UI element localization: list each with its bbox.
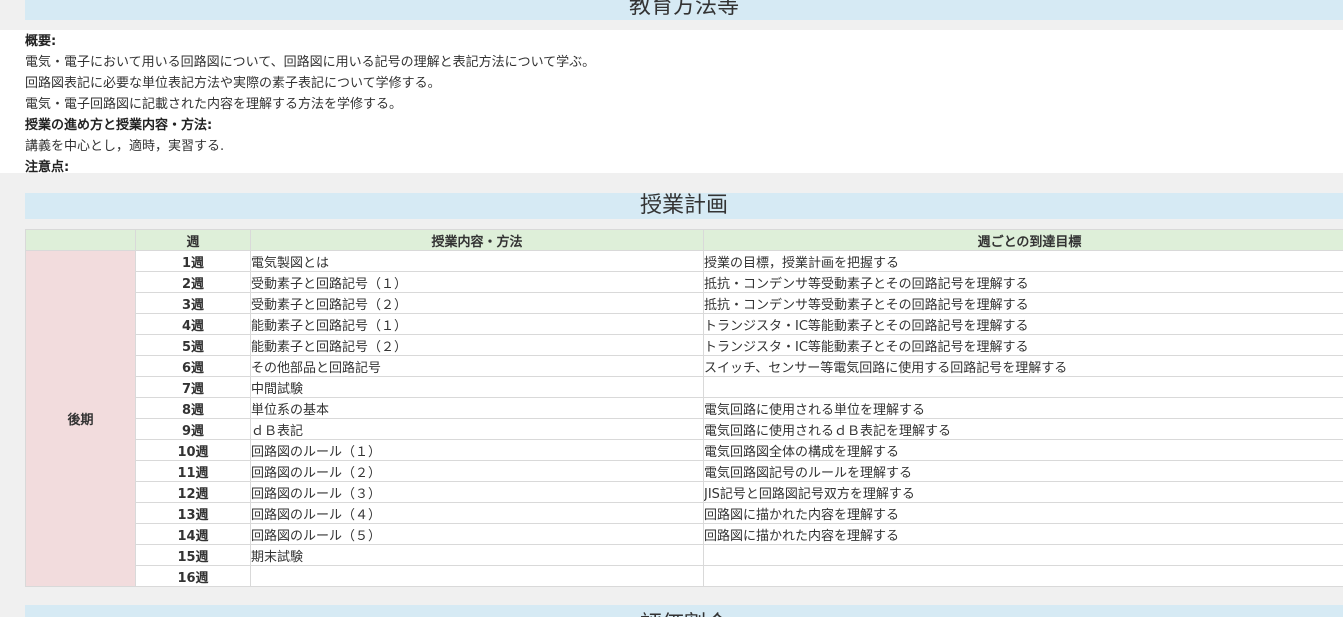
section-header-teaching-method: 教育方法等 <box>25 0 1343 20</box>
goal-cell: トランジスタ・IC等能動素子とその回路記号を理解する <box>703 313 1343 335</box>
week-cell: 16週 <box>135 565 251 587</box>
content-cell: 回路図のルール（２） <box>250 460 704 482</box>
table-row: 4週 能動素子と回路記号（１） トランジスタ・IC等能動素子とその回路記号を理解する <box>26 313 1343 335</box>
content-cell: 中間試験 <box>250 376 704 398</box>
content-cell <box>250 565 704 587</box>
goal-cell: 抵抗・コンデンサ等受動素子とその回路記号を理解する <box>703 292 1343 314</box>
content-cell: 電気製図とは <box>250 250 704 272</box>
table-header-row: 週 授業内容・方法 週ごとの到達目標 <box>25 229 1343 251</box>
table-row: 15週 期末試験 <box>26 544 1343 566</box>
header-week: 週 <box>135 229 251 251</box>
summary-line: 電気・電子回路図に記載された内容を理解する方法を学修する。 <box>25 97 403 112</box>
content-cell: 回路図のルール（３） <box>250 481 704 503</box>
goal-cell <box>703 544 1343 566</box>
progress-text: 講義を中心とし，適時，実習する. <box>25 139 225 154</box>
lesson-plan-body: 後期 1週 電気製図とは 授業の目標，授業計画を把握する 2週 受動素子と回路記号（１）抵… <box>25 250 1343 587</box>
syllabus-page: 教育方法等 概要: 電気・電子において用いる回路図について、回路図に用いる記号の… <box>0 0 1343 617</box>
goal-cell: 抵抗・コンデンサ等受動素子とその回路記号を理解する <box>703 271 1343 293</box>
goal-cell: 授業の目標，授業計画を把握する <box>703 250 1343 272</box>
content-cell: 回路図のルール（１） <box>250 439 704 461</box>
notes-label: 注意点: <box>25 160 70 175</box>
section-header-lesson-plan: 授業計画 <box>25 193 1343 219</box>
week-cell: 14週 <box>135 523 251 545</box>
week-cell: 9週 <box>135 418 251 440</box>
week-cell: 6週 <box>135 355 251 377</box>
goal-cell: スイッチ、センサー等電気回路に使用する回路記号を理解する <box>703 355 1343 377</box>
table-row: 13週 回路図のルール（４） 回路図に描かれた内容を理解する <box>26 502 1343 524</box>
content-cell: ｄＢ表記 <box>250 418 704 440</box>
week-cell: 3週 <box>135 292 251 314</box>
section-header-evaluation: 評価割合 <box>25 605 1343 617</box>
table-row: 6週 その他部品と回路記号 スイッチ、センサー等電気回路に使用する回路記号を理解する <box>26 355 1343 377</box>
week-cell: 10週 <box>135 439 251 461</box>
goal-cell: 回路図に描かれた内容を理解する <box>703 502 1343 524</box>
goal-cell: トランジスタ・IC等能動素子とその回路記号を理解する <box>703 334 1343 356</box>
summary-line: 電気・電子において用いる回路図について、回路図に用いる記号の理解と表記方法につい… <box>25 55 596 70</box>
table-row: 3週 受動素子と回路記号（２） 抵抗・コンデンサ等受動素子とその回路記号を理解する <box>26 292 1343 314</box>
header-goal: 週ごとの到達目標 <box>703 229 1343 251</box>
table-row: 後期 1週 電気製図とは 授業の目標，授業計画を把握する <box>25 250 1343 587</box>
table-row: 12週 回路図のルール（３） JIS記号と回路図記号双方を理解する <box>26 481 1343 503</box>
content-cell: その他部品と回路記号 <box>250 355 704 377</box>
week-cell: 15週 <box>135 544 251 566</box>
table-row: 8週 単位系の基本 電気回路に使用される単位を理解する <box>26 397 1343 419</box>
table-row: 14週 回路図のルール（５） 回路図に描かれた内容を理解する <box>26 523 1343 545</box>
table-row: 16週 <box>26 565 1343 587</box>
table-row: 9週 ｄＢ表記 電気回路に使用されるｄＢ表記を理解する <box>26 418 1343 440</box>
week-cell: 11週 <box>135 460 251 482</box>
week-cell: 7週 <box>135 376 251 398</box>
content-cell: 能動素子と回路記号（１） <box>250 313 704 335</box>
content-cell: 能動素子と回路記号（２） <box>250 334 704 356</box>
goal-cell <box>703 376 1343 398</box>
week-cell: 5週 <box>135 334 251 356</box>
goal-cell: 電気回路図記号のルールを理解する <box>703 460 1343 482</box>
table-row: 10週 回路図のルール（１） 電気回路図全体の構成を理解する <box>26 439 1343 461</box>
summary-line: 回路図表記に必要な単位表記方法や実際の素子表記について学修する。 <box>25 76 441 91</box>
goal-cell: 電気回路図全体の構成を理解する <box>703 439 1343 461</box>
lesson-plan-table: 週 授業内容・方法 週ごとの到達目標 後期 1週 電気製図とは 授業の目標，授業計画を… <box>25 229 1343 587</box>
content-cell: 回路図のルール（５） <box>250 523 704 545</box>
week-cell: 12週 <box>135 481 251 503</box>
overview-panel: 概要: 電気・電子において用いる回路図について、回路図に用いる記号の理解と表記方… <box>0 30 1343 175</box>
goal-cell: 電気回路に使用される単位を理解する <box>703 397 1343 419</box>
week-cell: 2週 <box>135 271 251 293</box>
week-cell: 1週 <box>135 250 251 272</box>
content-cell: 期末試験 <box>250 544 704 566</box>
content-cell: 受動素子と回路記号（１） <box>250 271 704 293</box>
goal-cell <box>703 565 1343 587</box>
week-cell: 8週 <box>135 397 251 419</box>
term-cell: 後期 <box>25 250 136 587</box>
goal-cell: 電気回路に使用されるｄＢ表記を理解する <box>703 418 1343 440</box>
table-row: 2週 受動素子と回路記号（１） 抵抗・コンデンサ等受動素子とその回路記号を理解する <box>26 271 1343 293</box>
table-row: 11週 回路図のルール（２） 電気回路図記号のルールを理解する <box>26 460 1343 482</box>
goal-cell: JIS記号と回路図記号双方を理解する <box>703 481 1343 503</box>
header-content: 授業内容・方法 <box>250 229 704 251</box>
table-row: 5週 能動素子と回路記号（２） トランジスタ・IC等能動素子とその回路記号を理解する <box>26 334 1343 356</box>
progress-label: 授業の進め方と授業内容・方法: <box>25 118 213 133</box>
content-cell: 単位系の基本 <box>250 397 704 419</box>
table-row: 7週 中間試験 <box>26 376 1343 398</box>
summary-label: 概要: <box>25 34 57 49</box>
goal-cell: 回路図に描かれた内容を理解する <box>703 523 1343 545</box>
header-term <box>25 229 136 251</box>
content-cell: 回路図のルール（４） <box>250 502 704 524</box>
content-cell: 受動素子と回路記号（２） <box>250 292 704 314</box>
week-cell: 4週 <box>135 313 251 335</box>
week-cell: 13週 <box>135 502 251 524</box>
